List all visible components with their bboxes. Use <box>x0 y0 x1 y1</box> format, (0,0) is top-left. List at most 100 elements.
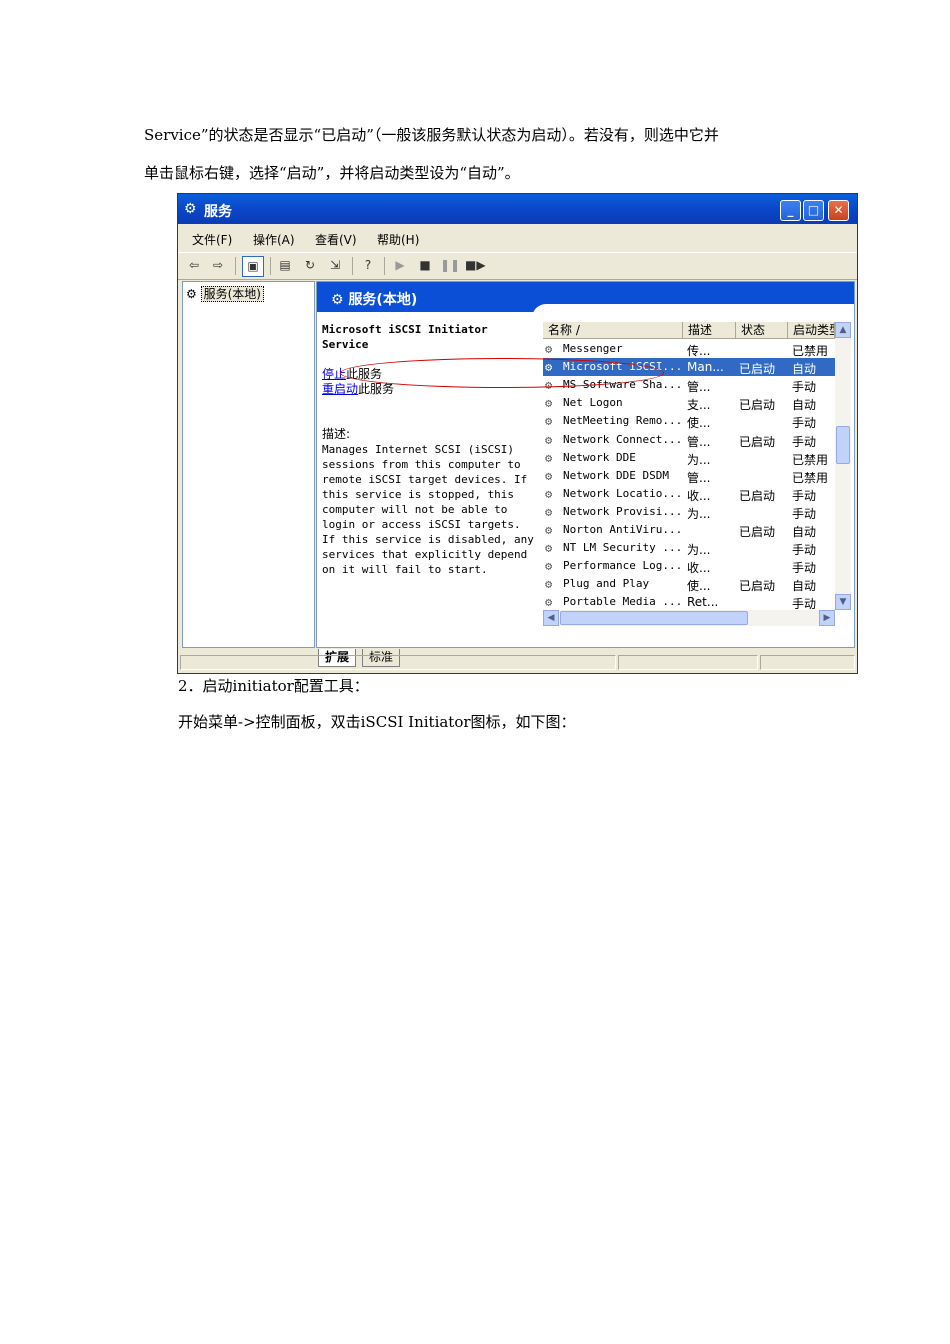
service-startup-type-cell: 自动 <box>792 579 817 594</box>
service-startup-type-cell: 手动 <box>792 543 817 558</box>
service-startup-type-cell: 已禁用 <box>792 344 829 358</box>
service-name-cell: NetMeeting Remo... <box>563 414 683 428</box>
status-bar <box>178 651 857 673</box>
table-row[interactable]: ⚙ Portable Media ... Ret... 手动 <box>543 593 835 611</box>
service-name-cell: Performance Log... <box>563 559 683 573</box>
table-row[interactable]: ⚙ Messenger 传... 已禁用 <box>543 340 835 358</box>
gear-icon: ⚙ <box>186 287 197 301</box>
service-description-cell: 为... <box>687 452 711 467</box>
service-name-cell: Network Connect... <box>563 432 683 446</box>
back-arrow-icon[interactable]: ⇦ <box>184 256 204 275</box>
description-line: remote iSCSI target devices. If <box>322 473 528 486</box>
service-startup-type-cell: 已禁用 <box>792 470 829 485</box>
description-line: Manages Internet SCSI (iSCSI) <box>322 443 515 456</box>
service-status-cell: 已启动 <box>739 362 776 377</box>
tree-node-services-local[interactable]: ⚙ 服务(本地) <box>186 285 264 302</box>
table-row[interactable]: ⚙ Network DDE 为... 已禁用 <box>543 449 835 467</box>
scroll-up-icon[interactable]: ▲ <box>835 322 851 338</box>
service-startup-type-cell: 自动 <box>792 362 817 377</box>
table-row[interactable]: ⚙ Plug and Play 使... 已启动 自动 <box>543 575 835 593</box>
vertical-scrollbar[interactable]: ▲ ▼ <box>835 322 851 610</box>
toolbar-separator <box>270 257 271 275</box>
column-header-description[interactable]: 描述 <box>683 322 736 339</box>
maximize-button[interactable]: □ <box>803 200 824 221</box>
service-startup-type-cell: 手动 <box>792 561 817 576</box>
scroll-right-icon[interactable]: ▶ <box>819 610 835 626</box>
restart-icon[interactable]: ■▶ <box>465 256 486 275</box>
description-line: sessions from this computer to <box>322 458 521 471</box>
table-row[interactable]: ⚙ NT LM Security ... 为... 手动 <box>543 539 835 557</box>
gear-icon: ⚙ <box>545 468 553 483</box>
table-row[interactable]: ⚙ Net Logon 支... 已启动 自动 <box>543 394 835 412</box>
description-line: If this service is disabled, any <box>322 533 534 546</box>
horizontal-scrollbar[interactable]: ◀ ▶ <box>543 610 835 626</box>
service-startup-type-cell: 手动 <box>792 380 817 395</box>
vertical-scroll-thumb[interactable] <box>836 426 850 464</box>
stop-icon[interactable]: ■ <box>415 256 435 275</box>
show-hide-tree-icon[interactable]: ▣ <box>242 256 264 277</box>
table-row[interactable]: ⚙ Norton AntiViru... 已启动 自动 <box>543 521 835 539</box>
play-icon[interactable]: ▶ <box>390 256 410 275</box>
toolbar: ⇦ ⇨ ▣ ▤ ↻ ⇲ ? ▶ ■ ❚❚ ■▶ <box>178 252 857 280</box>
service-description-cell: 支... <box>687 398 711 413</box>
service-description-cell: Man... <box>687 360 724 375</box>
toolbar-separator <box>235 257 236 275</box>
service-name-cell: Network DDE DSDM <box>563 468 669 482</box>
gear-icon: ⚙ <box>545 541 553 556</box>
service-status-cell: 已启动 <box>739 525 776 539</box>
service-name: Microsoft iSCSI Initiator <box>322 323 488 336</box>
menu-view[interactable]: 查看(V) <box>315 231 357 248</box>
menu-help[interactable]: 帮助(H) <box>377 231 419 248</box>
step-2-heading: 2．启动initiator配置工具： <box>178 677 369 695</box>
scroll-left-icon[interactable]: ◀ <box>543 610 559 626</box>
description-line: this service is stopped, this <box>322 488 515 501</box>
gear-icon: ⚙ <box>545 504 553 519</box>
forward-arrow-icon[interactable]: ⇨ <box>208 256 228 275</box>
restart-service-link[interactable]: 重启动 <box>322 382 358 396</box>
service-name-cont: Service <box>322 338 369 351</box>
service-status-cell: 已启动 <box>739 488 776 503</box>
table-row[interactable]: ⚙ Network Connect... 管... 已启动 手动 <box>543 431 835 449</box>
description-line: login or access iSCSI targets. <box>322 518 521 531</box>
service-description-cell: 收... <box>687 561 711 576</box>
status-cell <box>618 655 758 670</box>
menu-file[interactable]: 文件(F) <box>192 231 232 248</box>
gear-icon: ⚙ <box>545 595 553 610</box>
export-list-icon[interactable]: ⇲ <box>325 256 345 275</box>
window-title: 服务 <box>204 204 232 220</box>
pause-icon[interactable]: ❚❚ <box>440 256 460 275</box>
table-row[interactable]: ⚙ NetMeeting Remo... 使... 手动 <box>543 412 835 430</box>
service-startup-type-cell: 手动 <box>792 506 817 521</box>
table-row[interactable]: ⚙ Network DDE DSDM 管... 已禁用 <box>543 467 835 485</box>
help-icon[interactable]: ? <box>358 256 378 275</box>
horizontal-scroll-thumb[interactable] <box>560 611 748 625</box>
service-startup-type-cell: 已禁用 <box>792 452 829 467</box>
service-description-cell: 传... <box>687 344 711 358</box>
service-description-cell: 管... <box>687 380 711 395</box>
column-header-status[interactable]: 状态 <box>736 322 788 339</box>
service-description-cell: 为... <box>687 506 711 521</box>
service-description-cell: Ret... <box>687 595 719 610</box>
column-header-name[interactable]: 名称 / <box>543 322 683 339</box>
table-row[interactable]: ⚙ Network Locatio... 收... 已启动 手动 <box>543 485 835 503</box>
table-row[interactable]: ⚙ Performance Log... 收... 手动 <box>543 557 835 575</box>
service-status-cell: 已启动 <box>739 434 776 449</box>
close-button[interactable]: ✕ <box>828 200 849 221</box>
minimize-button[interactable]: _ <box>780 200 801 221</box>
column-header-startup-type[interactable]: 启动类型 <box>788 322 835 339</box>
toolbar-separator <box>384 257 385 275</box>
menu-action[interactable]: 操作(A) <box>253 231 295 248</box>
properties-icon[interactable]: ▤ <box>275 256 295 275</box>
services-window: ⚙ 服务 _ □ ✕ 文件(F) 操作(A) 查看(V) 帮助(H) ⇦ ⇨ ▣… <box>177 193 858 674</box>
service-name-cell: Network Locatio... <box>563 486 683 500</box>
table-row[interactable]: ⚙ Network Provisi... 为... 手动 <box>543 503 835 521</box>
title-bar[interactable]: ⚙ 服务 _ □ ✕ <box>178 194 857 224</box>
banner-curve <box>532 304 854 318</box>
service-name-cell: Network Provisi... <box>563 504 683 518</box>
scroll-down-icon[interactable]: ▼ <box>835 594 851 610</box>
service-name-cell: Net Logon <box>563 396 623 410</box>
service-name-cell: Network DDE <box>563 450 636 464</box>
service-description-cell: 使... <box>687 416 711 431</box>
service-description-cell: 为... <box>687 543 711 558</box>
refresh-icon[interactable]: ↻ <box>300 256 320 275</box>
